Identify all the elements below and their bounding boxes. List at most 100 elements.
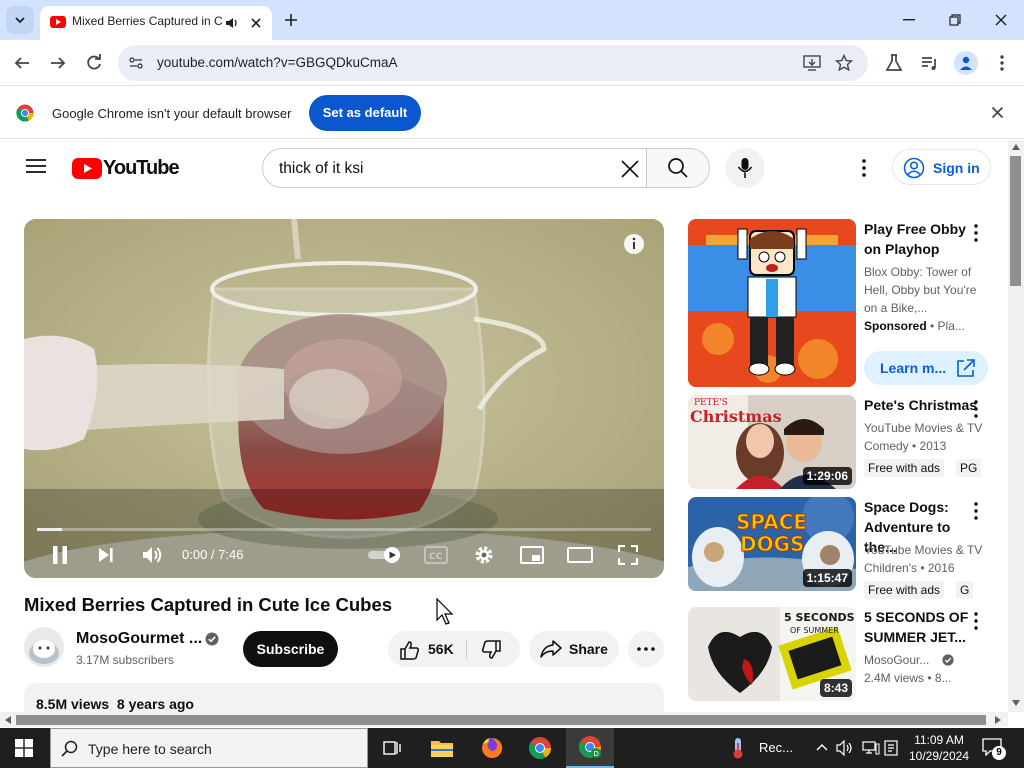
clock-time: 11:09 AM [914, 733, 964, 747]
channel-name[interactable]: MosoGourmet ... [76, 630, 202, 648]
default-browser-infobar: Google Chrome isn't your default browser… [0, 87, 1024, 139]
close-window-button[interactable] [978, 0, 1024, 40]
rec-title[interactable]: Pete's Christmas [864, 395, 984, 415]
profile-avatar[interactable] [954, 51, 978, 75]
vertical-scrollbar[interactable] [1008, 140, 1024, 712]
rec-title[interactable]: Play Free Obby on Playhop [864, 219, 984, 259]
rec-thumbnail[interactable]: PETE'S Christmas 1:29:06 [688, 395, 856, 489]
file-explorer-button[interactable] [418, 728, 466, 768]
rec-title[interactable]: 5 SECONDS OF SUMMER JET... [864, 607, 984, 647]
site-settings-icon[interactable] [128, 55, 144, 71]
close-infobar-icon[interactable] [991, 106, 1004, 119]
description-box[interactable]: 8.5M views 8 years ago [24, 683, 664, 713]
labs-flask-icon[interactable] [882, 51, 906, 75]
sign-in-button[interactable]: Sign in [892, 149, 991, 185]
like-button[interactable]: 56K [388, 631, 466, 667]
volume-tray-icon[interactable] [836, 740, 854, 756]
sponsored-label: Sponsored [864, 319, 927, 333]
new-tab-plus-icon[interactable] [284, 13, 298, 27]
rec-genre-year: Children's • 2016 [864, 561, 955, 575]
bookmark-star-icon[interactable] [835, 54, 853, 72]
keyboard-language-icon[interactable] [884, 740, 898, 756]
settings-kebab-icon[interactable] [854, 158, 874, 178]
mute-button[interactable] [140, 541, 166, 569]
close-tab-icon[interactable] [250, 17, 262, 29]
rec-channel: YouTube Movies & TV [864, 543, 983, 557]
address-bar[interactable]: youtube.com/watch?v=GBGQDkuCmaA [118, 45, 868, 81]
search-input[interactable]: thick of it ksi [262, 148, 647, 188]
reload-icon[interactable] [82, 51, 106, 75]
more-actions-button[interactable] [628, 631, 664, 667]
horizontal-scroll-thumb[interactable] [16, 715, 986, 725]
minimize-button[interactable] [886, 0, 932, 40]
miniplayer-button[interactable] [519, 541, 545, 569]
scroll-right-icon[interactable] [995, 716, 1001, 724]
tab-search-button[interactable] [6, 6, 34, 34]
thumbs-down-icon [481, 640, 501, 659]
external-link-icon [957, 359, 975, 377]
rec-menu-icon[interactable] [970, 399, 982, 419]
search-query-text: thick of it ksi [279, 160, 364, 177]
network-icon[interactable] [862, 740, 880, 756]
back-arrow-icon[interactable] [10, 51, 34, 75]
subscriber-count: 3.17M subscribers [76, 653, 175, 667]
task-view-button[interactable] [368, 728, 416, 768]
chrome-taskbar-button[interactable] [516, 728, 564, 768]
rec-menu-icon[interactable] [970, 501, 982, 521]
install-app-icon[interactable] [803, 54, 821, 72]
taskbar-search-box[interactable]: Type here to search [50, 728, 368, 768]
autoplay-toggle[interactable] [366, 541, 402, 569]
show-hidden-icons-icon[interactable] [816, 743, 828, 751]
captions-button[interactable]: CC [423, 541, 449, 569]
voice-search-button[interactable] [725, 148, 765, 188]
recommendation-item[interactable]: PETE'S Christmas 1:29:06 Pete's Christma… [688, 395, 992, 491]
maximize-button[interactable] [932, 0, 978, 40]
progress-bar[interactable] [37, 528, 651, 531]
video-duration: 8:43 [819, 679, 852, 697]
system-clock[interactable]: 11:09 AM 10/29/2024 [900, 732, 978, 764]
fullscreen-button[interactable] [615, 541, 641, 569]
search-button[interactable] [646, 148, 710, 188]
rec-menu-icon[interactable] [970, 611, 982, 631]
hamburger-menu-icon[interactable] [26, 158, 46, 174]
browser-tab-active[interactable]: Mixed Berries Captured in Cute Ice Cubes [40, 6, 272, 40]
learn-more-button[interactable]: Learn m... [864, 351, 988, 385]
scroll-left-icon[interactable] [5, 716, 11, 724]
info-icon[interactable] [623, 233, 645, 255]
like-dislike-group: 56K [388, 631, 520, 667]
recommendation-ad[interactable]: Play Free Obby on Playhop Blox Obby: Tow… [688, 219, 992, 389]
rec-thumbnail[interactable]: SPACE DOGS 1:15:47 [688, 497, 856, 591]
dislike-button[interactable] [467, 631, 520, 667]
video-player[interactable]: 0:00 / 7:46 CC [24, 219, 664, 578]
channel-avatar[interactable] [24, 627, 64, 667]
clear-search-icon[interactable] [621, 160, 639, 178]
notification-center-button[interactable]: 9 [982, 738, 1006, 760]
share-button[interactable]: Share [529, 631, 619, 667]
forward-arrow-icon[interactable] [46, 51, 70, 75]
recommendation-item[interactable]: SPACE DOGS 1:15:47 Space Dogs: Adventure… [688, 497, 992, 599]
subscribe-button[interactable]: Subscribe [243, 631, 338, 667]
scroll-up-icon[interactable] [1012, 144, 1020, 150]
start-button[interactable] [0, 728, 48, 768]
rec-thumbnail[interactable]: 5 SECONDS OF SUMMER 8:43 [688, 607, 856, 701]
rec-channel: YouTube Movies & TV [864, 421, 983, 435]
scroll-down-icon[interactable] [1012, 700, 1020, 706]
next-video-button[interactable] [94, 541, 118, 569]
set-as-default-button[interactable]: Set as default [309, 95, 421, 131]
ad-thumbnail[interactable] [688, 219, 856, 387]
rec-menu-icon[interactable] [970, 223, 982, 243]
account-circle-icon [903, 157, 925, 179]
media-controls-icon[interactable] [918, 51, 942, 75]
vertical-scroll-thumb[interactable] [1010, 156, 1021, 286]
kebab-menu-icon[interactable] [990, 51, 1014, 75]
pause-button[interactable] [48, 541, 72, 569]
chrome-active-window-button[interactable]: D [566, 728, 614, 768]
recommendation-item[interactable]: 5 SECONDS OF SUMMER 8:43 5 SECONDS OF SU… [688, 607, 992, 703]
video-duration: 1:29:06 [802, 467, 852, 485]
speaker-icon[interactable] [225, 16, 239, 30]
settings-button[interactable] [471, 541, 497, 569]
firefox-button[interactable] [468, 728, 516, 768]
horizontal-scrollbar[interactable] [0, 712, 1008, 727]
theater-mode-button[interactable] [567, 541, 593, 569]
tray-app-button[interactable]: Rec... [728, 728, 798, 768]
